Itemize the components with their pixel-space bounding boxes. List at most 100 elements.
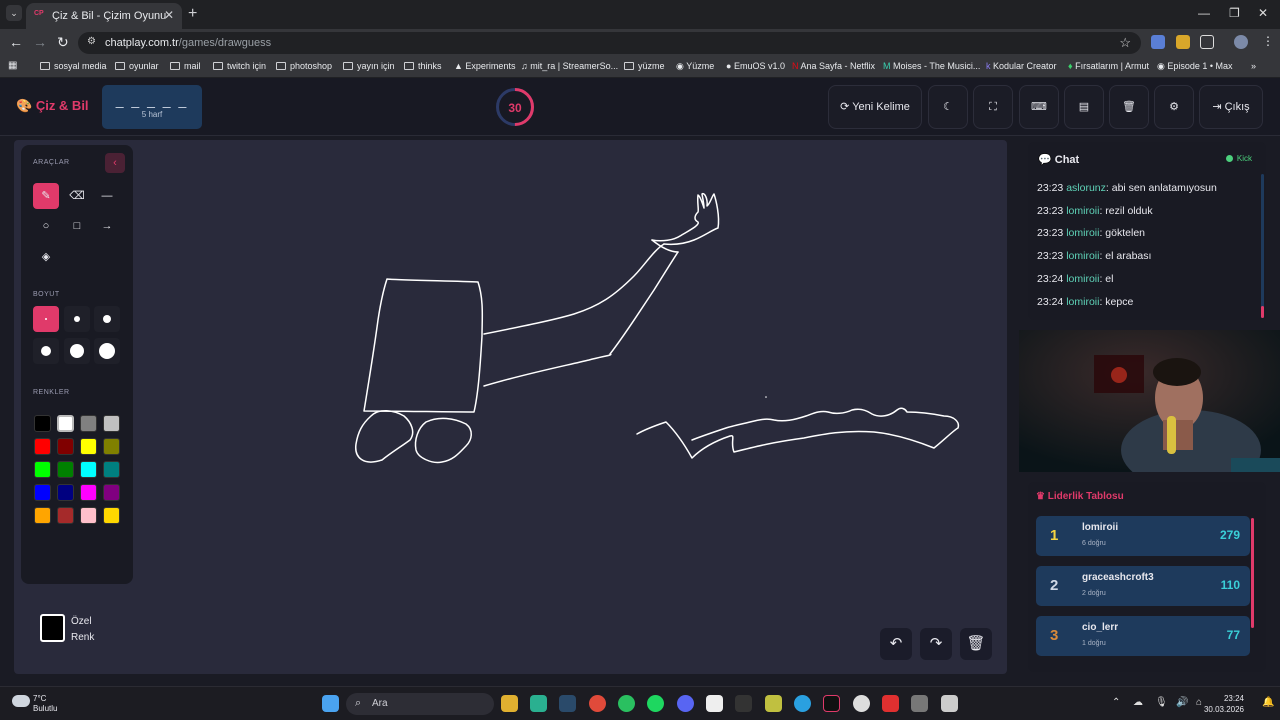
volume-icon[interactable]: 🔊	[1176, 697, 1188, 708]
close-window-icon[interactable]: ✕	[1258, 6, 1268, 20]
tiktok-icon[interactable]	[823, 695, 840, 712]
system-clock[interactable]: 23:24 30.03.2026	[1204, 693, 1244, 715]
new-word-button[interactable]: ⟳ Yeni Kelime	[828, 85, 922, 129]
new-tab-icon[interactable]: +	[188, 5, 197, 23]
drawing-canvas[interactable]	[14, 140, 1007, 674]
app-icon[interactable]	[911, 695, 928, 712]
size-option-4[interactable]	[33, 338, 59, 364]
color-swatch[interactable]	[80, 415, 97, 432]
bookmarks-overflow-icon[interactable]: »	[1251, 61, 1256, 71]
color-swatch[interactable]	[57, 461, 74, 478]
size-option-1[interactable]	[33, 306, 59, 332]
arrow-tool[interactable]: →	[94, 213, 120, 239]
color-swatch[interactable]	[57, 507, 74, 524]
maximize-icon[interactable]: ❐	[1229, 6, 1240, 20]
color-swatch[interactable]	[103, 461, 120, 478]
size-option-2[interactable]	[64, 306, 90, 332]
spotify-icon[interactable]	[647, 695, 664, 712]
browser-tab[interactable]: CP Çiz & Bil - Çizim Oyunu ✕	[26, 3, 182, 29]
color-swatch[interactable]	[34, 438, 51, 455]
bookmark-folder[interactable]: yüzme	[624, 61, 665, 71]
bookmark-folder[interactable]: yayın için	[343, 61, 395, 71]
whatsapp-icon[interactable]	[618, 695, 635, 712]
color-swatch[interactable]	[34, 415, 51, 432]
bookmark-link[interactable]: N Ana Sayfa - Netflix	[792, 61, 875, 71]
size-option-3[interactable]	[94, 306, 120, 332]
bookmark-folder[interactable]: thinks	[404, 61, 442, 71]
notifications-icon[interactable]: 🔔	[1262, 697, 1274, 708]
app-tray-icon[interactable]: ☁	[1133, 697, 1143, 708]
theme-toggle-button[interactable]: ☾	[928, 85, 968, 129]
fill-tool[interactable]: ◈	[33, 244, 59, 270]
bookmark-link[interactable]: ♦ Fırsatlarım | Armut	[1068, 61, 1149, 71]
color-swatch[interactable]	[57, 484, 74, 501]
discord-icon[interactable]	[677, 695, 694, 712]
bookmark-link[interactable]: ◉ Episode 1 • Max	[1157, 61, 1233, 72]
undo-button[interactable]: ↶	[880, 628, 912, 660]
app-icon[interactable]	[530, 695, 547, 712]
bookmark-link[interactable]: M Moises - The Musici...	[883, 61, 980, 71]
leaderboard-scrollbar[interactable]	[1251, 518, 1254, 628]
bookmark-star-icon[interactable]: ☆	[1119, 35, 1131, 51]
reload-icon[interactable]: ↻	[57, 34, 69, 51]
bookmark-link[interactable]: ◉ Yüzme	[676, 61, 714, 72]
app-icon[interactable]	[853, 695, 870, 712]
custom-color-swatch[interactable]	[40, 614, 65, 642]
bookmark-folder[interactable]: twitch için	[213, 61, 266, 71]
bookmark-folder[interactable]: oyunlar	[115, 61, 159, 71]
forward-icon[interactable]: →	[33, 34, 47, 50]
keyboard-button[interactable]: ⌨	[1019, 85, 1059, 129]
color-swatch[interactable]	[80, 461, 97, 478]
bookmark-folder[interactable]: mail	[170, 61, 201, 71]
eraser-tool[interactable]: ⌫	[64, 183, 90, 209]
size-option-6[interactable]	[94, 338, 120, 364]
extension-icon[interactable]	[1151, 35, 1165, 49]
site-info-icon[interactable]: ⚙	[87, 36, 96, 47]
apps-icon[interactable]: ▦	[8, 60, 17, 71]
size-option-5[interactable]	[64, 338, 90, 364]
color-swatch[interactable]	[80, 484, 97, 501]
close-tab-icon[interactable]: ✕	[164, 8, 174, 22]
capcut-icon[interactable]	[706, 695, 723, 712]
steam-icon[interactable]	[559, 695, 576, 712]
extension-icon[interactable]	[1176, 35, 1190, 49]
color-swatch[interactable]	[34, 461, 51, 478]
circle-tool[interactable]: ○	[33, 213, 59, 239]
extensions-puzzle-icon[interactable]	[1200, 35, 1214, 49]
minimize-icon[interactable]: —	[1198, 6, 1210, 20]
bookmark-link[interactable]: ● EmuOS v1.0	[726, 61, 785, 71]
telegram-icon[interactable]	[794, 695, 811, 712]
menu-icon[interactable]: ⋮	[1262, 34, 1274, 48]
settings-button[interactable]: ⚙	[1154, 85, 1194, 129]
bookmark-link[interactable]: ▲ Experiments	[454, 61, 515, 71]
fullscreen-button[interactable]: ⛶	[973, 85, 1013, 129]
app-icon[interactable]	[882, 695, 899, 712]
color-swatch[interactable]	[103, 484, 120, 501]
calculator-icon[interactable]	[941, 695, 958, 712]
color-swatch[interactable]	[103, 507, 120, 524]
network-icon[interactable]: ⌂	[1196, 697, 1202, 708]
color-swatch[interactable]	[57, 438, 74, 455]
color-swatch[interactable]	[80, 438, 97, 455]
file-explorer-icon[interactable]	[501, 695, 518, 712]
back-icon[interactable]: ←	[9, 34, 23, 50]
address-bar[interactable]: ⚙ chatplay.com.tr/games/drawguess ☆	[78, 32, 1141, 54]
color-swatch[interactable]	[34, 484, 51, 501]
bookmark-link[interactable]: ♫ mit_ra | StreamerSo...	[521, 61, 618, 71]
color-swatch[interactable]	[57, 415, 74, 432]
exit-button[interactable]: ⇥ Çıkış	[1199, 85, 1263, 129]
taskbar-search[interactable]: ⌕ Ara	[346, 693, 494, 715]
microphone-icon[interactable]: 🎙	[1155, 697, 1168, 708]
epic-games-icon[interactable]	[735, 695, 752, 712]
delete-button[interactable]: 🗑	[1109, 85, 1149, 129]
chrome-icon[interactable]	[589, 695, 606, 712]
profile-avatar[interactable]	[1234, 35, 1248, 49]
redo-button[interactable]: ↷	[920, 628, 952, 660]
clear-canvas-button[interactable]: 🗑	[960, 628, 992, 660]
color-swatch[interactable]	[80, 507, 97, 524]
rectangle-tool[interactable]: □	[64, 213, 90, 239]
collapse-panel-button[interactable]: ‹	[105, 153, 125, 173]
windows-start-icon[interactable]	[322, 695, 339, 712]
brush-tool[interactable]: ✎	[33, 183, 59, 209]
bookmark-link[interactable]: k Kodular Creator	[986, 61, 1057, 71]
